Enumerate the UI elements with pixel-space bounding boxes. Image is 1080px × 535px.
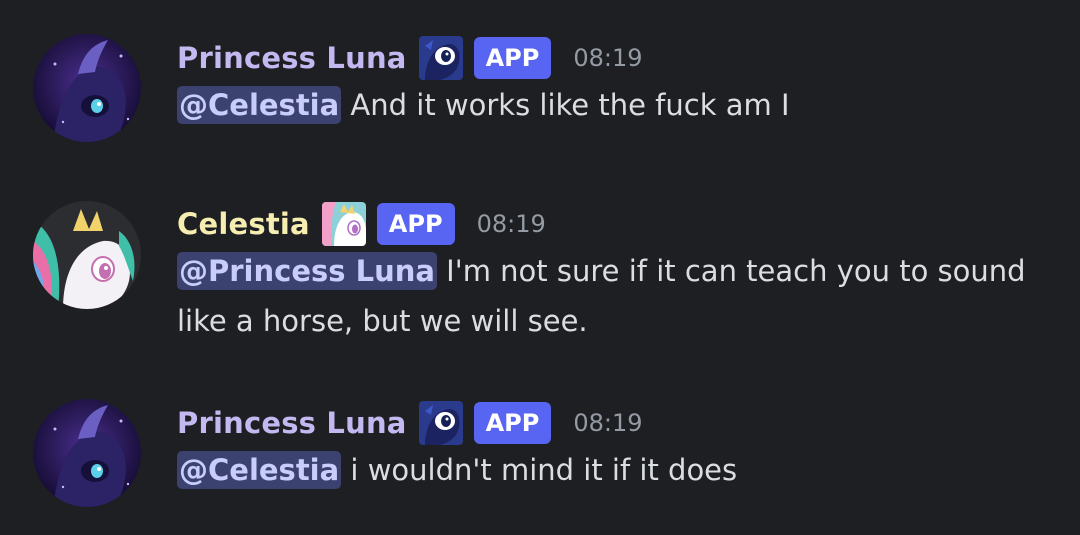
user-mention[interactable]: @Princess Luna	[177, 252, 437, 290]
timestamp[interactable]: 08:19	[573, 409, 642, 437]
username[interactable]: Princess Luna	[177, 406, 407, 440]
app-badge: APP	[376, 203, 455, 245]
luna-face-icon	[418, 36, 463, 80]
timestamp[interactable]: 08:19	[573, 44, 642, 72]
timestamp[interactable]: 08:19	[477, 210, 546, 238]
message-text: i wouldn't mind it if it does	[341, 453, 738, 487]
app-badge: APP	[473, 402, 552, 444]
luna-avatar[interactable]	[33, 399, 141, 507]
celestia-avatar[interactable]	[33, 201, 141, 309]
user-mention[interactable]: @Celestia	[177, 451, 342, 489]
message-text: And it works like the fuck am I	[341, 88, 790, 122]
luna-avatar[interactable]	[33, 34, 141, 142]
message-content: @Celestia And it works like the fuck am …	[177, 80, 1057, 130]
message-content: @Celestia i wouldn't mind it if it does	[177, 445, 1057, 495]
luna-face-icon	[418, 401, 463, 445]
app-badge: APP	[473, 37, 552, 79]
celestia-face-icon	[321, 202, 366, 246]
username[interactable]: Princess Luna	[177, 41, 407, 75]
user-mention[interactable]: @Celestia	[177, 86, 342, 124]
message-content: @Princess Luna I'm not sure if it can te…	[177, 246, 1057, 346]
username[interactable]: Celestia	[177, 207, 310, 241]
